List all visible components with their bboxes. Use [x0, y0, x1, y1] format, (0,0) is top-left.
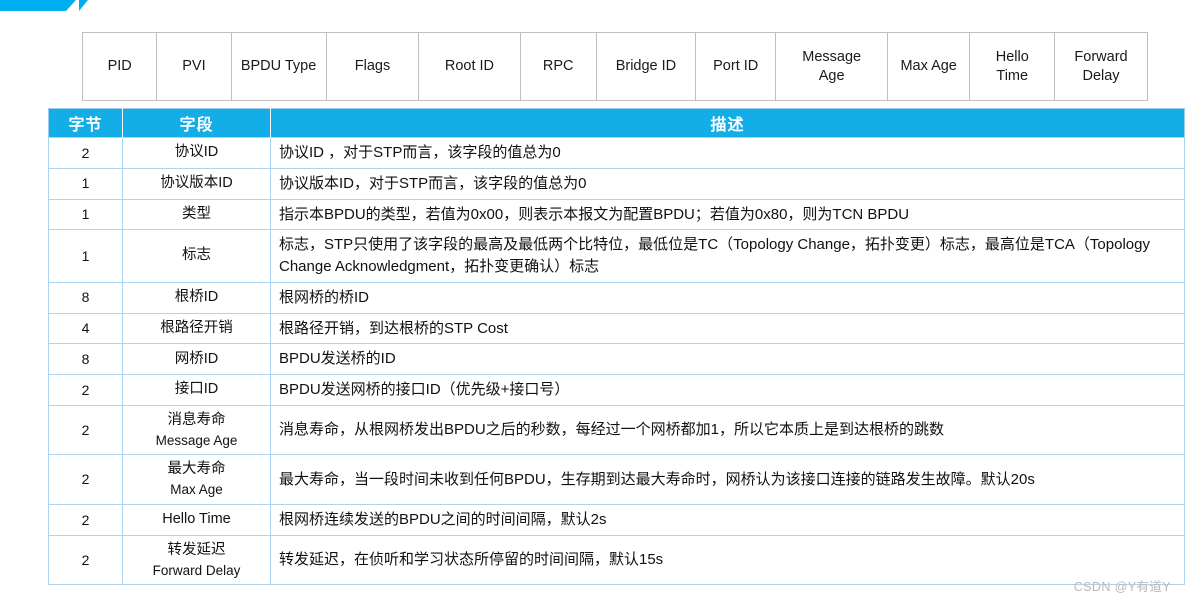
cell-description: BPDU发送桥的ID: [270, 343, 1185, 375]
field-name-cn: 最大寿命: [167, 461, 226, 478]
format-cell: PID: [81, 32, 158, 101]
table-row: 1 标志 标志，STP只使用了该字段的最高及最低两个比特位，最低位是TC（Topol…: [48, 229, 1185, 283]
cell-description: 消息寿命，从根网桥发出BPDU之后的秒数，每经过一个网桥都加1，所以它本质上是到…: [270, 404, 1185, 456]
table-row: 2 Hello Time 根网桥连续发送的BPDU之间的时间间隔，默认2s: [48, 503, 1185, 536]
format-cell: Bridge ID: [595, 32, 696, 101]
cell-bytes: 2: [48, 534, 123, 586]
cell-field-name: Hello Time: [122, 503, 271, 536]
watermark: CSDN @Y有道Y: [1073, 580, 1171, 594]
table-row: 1 协议版本ID 协议版本ID，对于STP而言，该字段的值总为0: [48, 167, 1185, 200]
cell-description: 转发延迟，在侦听和学习状态所停留的时间间隔，默认15s: [270, 534, 1185, 586]
table-row: 8 网桥ID BPDU发送桥的ID: [48, 343, 1185, 375]
format-cell: Flags: [325, 32, 420, 101]
column-header-field: 字段: [122, 108, 271, 138]
cell-bytes: 2: [48, 374, 123, 406]
format-cell: Root ID: [418, 32, 521, 101]
format-cell: Message Age: [775, 32, 888, 101]
table-row: 4 根路径开销 根路径开销，到达根桥的STP Cost: [48, 312, 1185, 345]
table-row: 8 根桥ID 根网桥的桥ID: [48, 281, 1185, 314]
cell-bytes: 2: [48, 454, 123, 505]
table-row: 2 消息寿命 Message Age 消息寿命，从根网桥发出BPDU之后的秒数，每经过…: [48, 404, 1185, 456]
table-header-row: 字节 字段 描述: [48, 108, 1185, 138]
cell-field-name: 标志: [122, 229, 271, 283]
table-row: 2 接口ID BPDU发送网桥的接口ID（优先级+接口号）: [48, 374, 1185, 406]
cell-bytes: 8: [48, 343, 123, 375]
cell-bytes: 1: [48, 229, 123, 283]
field-name-en: Message Age: [155, 432, 238, 448]
format-cell: Port ID: [694, 32, 777, 101]
cell-description: 最大寿命，当一段时间未收到任何BPDU，生存期到达最大寿命时，网桥认为该接口连接…: [270, 454, 1185, 505]
table-row: 2 协议ID 协议ID ，对于STP而言，该字段的值总为0: [48, 137, 1185, 169]
bpdu-field-description-table: 字节 字段 描述 2 协议ID 协议ID ，对于STP而言，该字段的值总为0 1 协议版…: [48, 108, 1185, 586]
cell-bytes: 8: [48, 281, 123, 314]
cell-field-name: 类型: [122, 198, 271, 231]
top-banner-accent: [0, 0, 76, 11]
cell-field-name: 网桥ID: [122, 343, 271, 375]
cell-description: 协议版本ID，对于STP而言，该字段的值总为0: [270, 167, 1185, 200]
cell-bytes: 1: [48, 198, 123, 231]
cell-description: 根路径开销，到达根桥的STP Cost: [270, 312, 1185, 345]
field-name-cn: 转发延迟: [167, 541, 226, 558]
cell-field-name: 转发延迟 Forward Delay: [122, 534, 271, 586]
cell-field-name: 最大寿命 Max Age: [122, 454, 271, 505]
cell-field-name: 协议ID: [122, 137, 271, 169]
cell-description: 协议ID ，对于STP而言，该字段的值总为0: [270, 137, 1185, 169]
cell-bytes: 2: [48, 404, 123, 456]
format-cell: RPC: [519, 32, 597, 101]
cell-field-name: 接口ID: [122, 374, 271, 406]
cell-field-name: 消息寿命 Message Age: [122, 404, 271, 456]
cell-description: 根网桥连续发送的BPDU之间的时间间隔，默认2s: [270, 503, 1185, 536]
cell-bytes: 4: [48, 312, 123, 345]
cell-field-name: 根路径开销: [122, 312, 271, 345]
cell-bytes: 2: [48, 137, 123, 169]
format-cell: BPDU Type: [230, 32, 327, 101]
cell-description: 根网桥的桥ID: [270, 281, 1185, 314]
table-row: 2 转发延迟 Forward Delay 转发延迟，在侦听和学习状态所停留的时间间隔，…: [48, 534, 1185, 586]
cell-description: BPDU发送网桥的接口ID（优先级+接口号）: [270, 374, 1185, 406]
top-banner-slash: [79, 0, 88, 11]
cell-field-name: 协议版本ID: [122, 167, 271, 200]
bpdu-format-table: PID PVI BPDU Type Flags Root ID RPC Bridge ID P…: [81, 32, 1148, 101]
format-cell: Max Age: [886, 32, 971, 101]
format-cell: Forward Delay: [1054, 32, 1148, 101]
cell-field-name: 根桥ID: [122, 281, 271, 314]
column-header-bytes: 字节: [48, 108, 123, 138]
cell-bytes: 2: [48, 503, 123, 536]
field-name-en: Max Age: [170, 482, 223, 498]
field-name-cn: 消息寿命: [167, 411, 226, 428]
format-cell: PVI: [156, 32, 232, 101]
cell-description: 指示本BPDU的类型，若值为0x00，则表示本报文为配置BPDU；若值为0x80…: [270, 198, 1185, 231]
column-header-description: 描述: [270, 108, 1185, 138]
table-row: PID PVI BPDU Type Flags Root ID RPC Bridge ID P…: [81, 32, 1148, 101]
format-cell: Hello Time: [969, 32, 1056, 101]
table-row: 1 类型 指示本BPDU的类型，若值为0x00，则表示本报文为配置BPDU；若值为0…: [48, 198, 1185, 231]
table-row: 2 最大寿命 Max Age 最大寿命，当一段时间未收到任何BPDU，生存期到达最大寿…: [48, 454, 1185, 505]
field-name-en: Forward Delay: [152, 562, 241, 578]
cell-bytes: 1: [48, 167, 123, 200]
cell-description: 标志，STP只使用了该字段的最高及最低两个比特位，最低位是TC（Topology…: [270, 229, 1185, 283]
